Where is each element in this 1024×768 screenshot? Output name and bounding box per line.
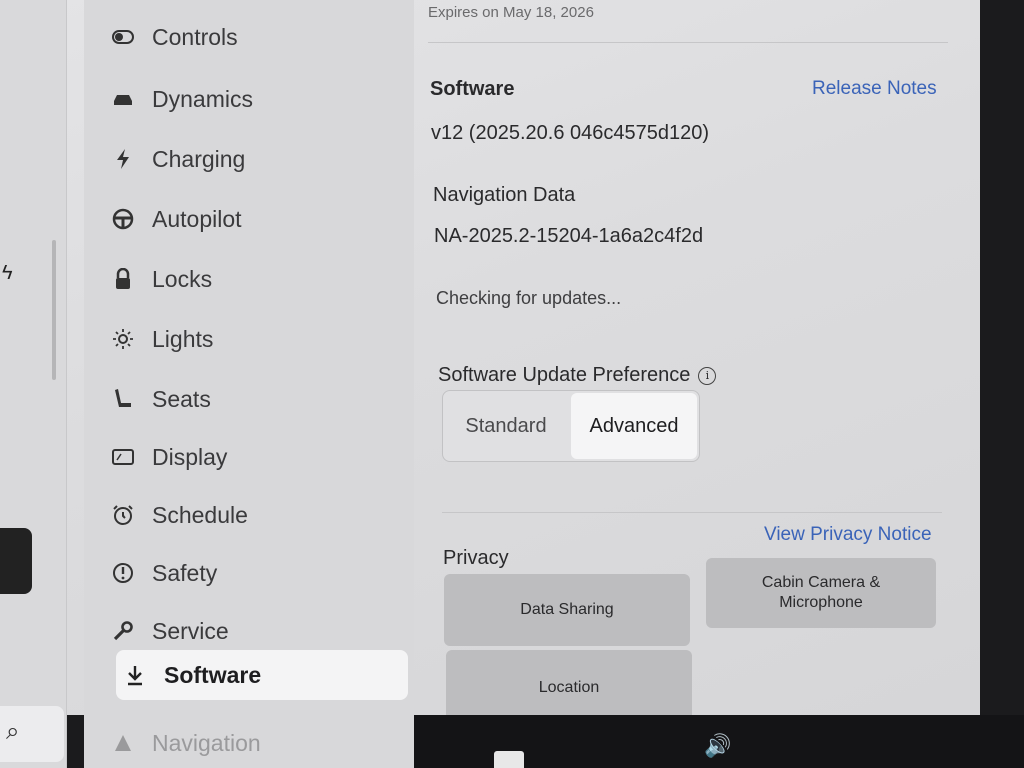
- search-icon: ⌕: [6, 718, 20, 745]
- view-privacy-notice-link[interactable]: View Privacy Notice: [764, 524, 932, 546]
- divider: [442, 512, 942, 513]
- sidebar-item-label: Display: [152, 443, 228, 470]
- charging-bolt-icon: ϟ: [2, 262, 13, 284]
- sidebar-item-lights[interactable]: Lights: [104, 318, 396, 360]
- divider: [428, 42, 948, 43]
- info-icon[interactable]: i: [698, 366, 717, 385]
- display-icon: [104, 448, 142, 466]
- search-button[interactable]: ⌕: [0, 706, 64, 762]
- sun-icon: [104, 328, 142, 350]
- seat-icon: [104, 388, 142, 410]
- toggle-icon: [104, 30, 142, 44]
- card-widget[interactable]: [0, 528, 32, 594]
- sidebar-item-seats[interactable]: Seats: [104, 378, 396, 420]
- sidebar-item-label: Safety: [152, 559, 218, 586]
- release-notes-link[interactable]: Release Notes: [812, 78, 937, 100]
- sidebar-item-label: Schedule: [152, 501, 248, 528]
- bolt-icon: [104, 149, 142, 169]
- cabin-camera-button-label: Cabin Camera & Microphone: [762, 573, 880, 613]
- option-advanced[interactable]: Advanced: [571, 393, 697, 459]
- navigation-icon: [104, 734, 142, 752]
- sidebar-item-label: Controls: [152, 23, 238, 50]
- sidebar-item-navigation[interactable]: Navigation: [104, 722, 396, 764]
- software-section-title: Software: [430, 78, 515, 100]
- lock-icon: [104, 268, 142, 290]
- sidebar-item-label: Seats: [152, 385, 211, 412]
- sidebar-item-service[interactable]: Service: [104, 610, 396, 652]
- navigation-data-title: Navigation Data: [433, 184, 576, 206]
- expiry-text: Expires on May 18, 2026: [428, 4, 594, 21]
- sidebar-item-label: Service: [152, 617, 229, 644]
- sidebar-item-label: Autopilot: [152, 205, 242, 232]
- sidebar-item-label: Charging: [152, 145, 246, 172]
- software-version: v12 (2025.20.6 046c4575d120): [431, 122, 710, 144]
- steering-wheel-icon: [104, 208, 142, 230]
- option-standard[interactable]: Standard: [443, 391, 569, 461]
- sidebar-item-autopilot[interactable]: Autopilot: [104, 198, 396, 240]
- scrollbar[interactable]: [52, 240, 56, 380]
- navigation-data-version: NA-2025.2-15204-1a6a2c4f2d: [434, 225, 704, 247]
- alert-circle-icon: [104, 562, 142, 584]
- wrench-icon: [104, 620, 142, 642]
- sidebar-item-label: Lights: [152, 325, 214, 352]
- sidebar-item-dynamics[interactable]: Dynamics: [104, 78, 396, 120]
- sidebar-item-locks[interactable]: Locks: [104, 258, 396, 300]
- sidebar-item-label: Software: [164, 661, 262, 688]
- data-sharing-button[interactable]: Data Sharing: [444, 574, 690, 646]
- car-icon: [104, 91, 142, 107]
- update-preference-title: Software Update Preference i: [438, 364, 717, 387]
- privacy-section-title: Privacy: [443, 547, 509, 569]
- left-panel-edge: ϟ ⌕: [0, 0, 67, 768]
- sidebar-item-schedule[interactable]: Schedule: [104, 494, 396, 536]
- cabin-camera-microphone-button[interactable]: Cabin Camera & Microphone: [706, 558, 936, 628]
- update-preference-toggle[interactable]: Standard Advanced: [442, 390, 700, 462]
- download-icon: [116, 664, 154, 686]
- update-status-text: Checking for updates...: [436, 288, 622, 308]
- sidebar-item-software[interactable]: Software: [116, 650, 408, 700]
- update-preference-label: Software Update Preference: [438, 364, 691, 386]
- settings-sidebar: Controls Dynamics Charging Autopilot Loc…: [84, 0, 414, 768]
- sidebar-item-safety[interactable]: Safety: [104, 552, 396, 594]
- sidebar-item-label: Navigation: [152, 729, 261, 756]
- volume-icon[interactable]: 🔊: [704, 733, 731, 759]
- sidebar-item-charging[interactable]: Charging: [104, 138, 396, 180]
- sidebar-item-controls[interactable]: Controls: [104, 16, 396, 58]
- bottom-bar: 🔊: [414, 715, 1024, 768]
- sidebar-item-label: Dynamics: [152, 85, 253, 112]
- cabin-camera-label-line2: Microphone: [779, 594, 863, 611]
- card-icon[interactable]: [494, 751, 524, 768]
- sidebar-item-display[interactable]: Display: [104, 436, 396, 478]
- cabin-camera-label-line1: Cabin Camera &: [761, 574, 881, 591]
- software-panel: Expires on May 18, 2026 Software Release…: [414, 0, 980, 726]
- sidebar-item-label: Locks: [152, 265, 213, 292]
- alarm-clock-icon: [104, 504, 142, 526]
